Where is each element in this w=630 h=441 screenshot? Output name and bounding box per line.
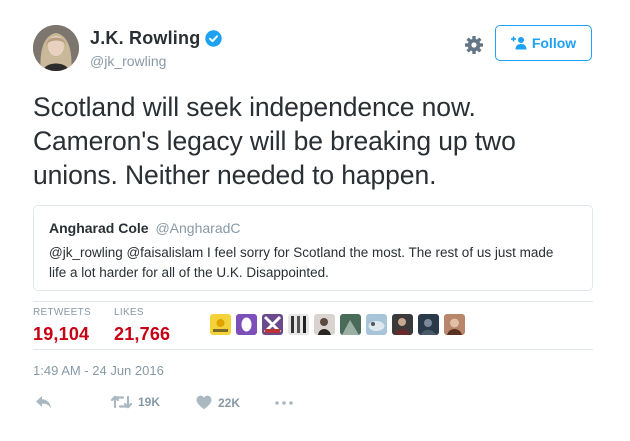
liker-avatar[interactable] xyxy=(392,314,413,335)
retweet-count: 19K xyxy=(138,395,161,409)
likes-stat[interactable]: LIKES 21,766 xyxy=(114,307,170,345)
divider xyxy=(33,301,593,302)
tweet-card: J.K. Rowling @jk_rowling Follow Scotland… xyxy=(0,0,630,441)
liker-avatar[interactable] xyxy=(236,314,257,335)
liker-avatar[interactable] xyxy=(418,314,439,335)
likes-count: 21,766 xyxy=(114,324,171,344)
quoted-tweet-text-line: life a lot harder for all of the U.K. Di… xyxy=(49,265,329,280)
retweets-count: 19,104 xyxy=(33,324,90,344)
liker-avatar[interactable] xyxy=(314,314,335,335)
quoted-tweet-text: @jk_rowling @faisalislam I feel sorry fo… xyxy=(49,243,579,283)
divider xyxy=(33,349,593,350)
liker-avatars xyxy=(210,314,470,335)
heart-icon xyxy=(196,395,212,410)
tweet-text-line: Cameron's legacy will be breaking up two xyxy=(33,126,516,156)
reply-icon xyxy=(35,395,52,410)
author-name-row: J.K. Rowling xyxy=(90,28,223,49)
liker-avatar[interactable] xyxy=(340,314,361,335)
quoted-tweet[interactable]: Angharad Cole @AngharadC @jk_rowling @fa… xyxy=(33,205,593,291)
tweet-text-line: Scotland will seek independence now. xyxy=(33,92,476,122)
retweet-icon xyxy=(111,395,132,409)
author-display-name[interactable]: J.K. Rowling xyxy=(90,28,200,49)
liker-avatar[interactable] xyxy=(262,314,283,335)
tweet-text: Scotland will seek independence now. Cam… xyxy=(33,90,603,192)
liker-avatar[interactable] xyxy=(288,314,309,335)
author-handle[interactable]: @jk_rowling xyxy=(90,53,166,69)
liker-avatar[interactable] xyxy=(444,314,465,335)
retweets-label: RETWEETS xyxy=(33,307,91,318)
like-count: 22K xyxy=(218,395,241,410)
more-dots-icon xyxy=(275,401,293,405)
retweets-stat[interactable]: RETWEETS 19,104 xyxy=(33,307,91,345)
tweet-timestamp[interactable]: 1:49 AM - 24 Jun 2016 xyxy=(33,363,164,378)
gear-icon[interactable] xyxy=(464,35,484,55)
likes-label: LIKES xyxy=(114,307,144,318)
quoted-tweet-author-name: Angharad Cole xyxy=(49,220,149,236)
tweet-text-line: unions. Neither needed to happen. xyxy=(33,160,437,190)
like-button[interactable]: 22K xyxy=(196,395,240,410)
retweet-button[interactable]: 19K xyxy=(111,395,160,409)
follow-button[interactable]: Follow xyxy=(495,25,592,61)
follow-button-label: Follow xyxy=(531,35,577,51)
quoted-tweet-author-handle: @AngharadC xyxy=(155,220,241,236)
reply-button[interactable] xyxy=(35,395,52,410)
quoted-tweet-text-line: @jk_rowling @faisalislam I feel sorry fo… xyxy=(49,245,554,260)
author-avatar[interactable] xyxy=(33,25,79,71)
liker-avatar[interactable] xyxy=(210,314,231,335)
quoted-tweet-header: Angharad Cole @AngharadC xyxy=(49,220,241,236)
liker-avatar[interactable] xyxy=(366,314,387,335)
add-user-icon xyxy=(510,36,527,50)
verified-badge-icon xyxy=(205,30,223,47)
more-options-button[interactable] xyxy=(275,401,293,405)
